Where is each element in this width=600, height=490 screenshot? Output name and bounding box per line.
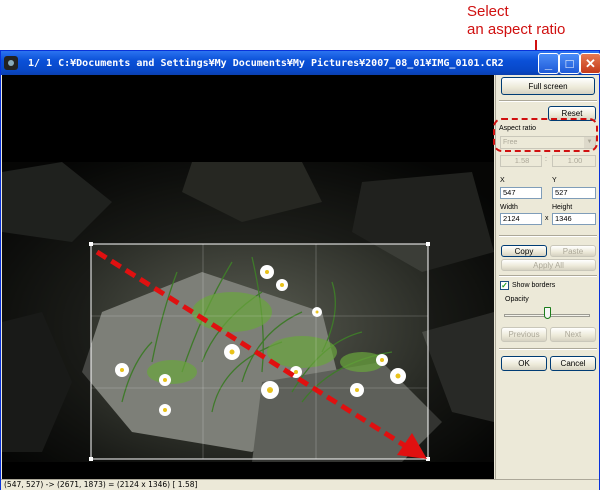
minimize-button[interactable]: _ [538, 53, 559, 74]
image-viewer[interactable] [2, 75, 494, 479]
trim-window: 1/ 1 C:¥Documents and Settings¥My Docume… [0, 50, 600, 490]
opacity-label: Opacity [505, 296, 529, 303]
apply-all-button[interactable]: Apply All [501, 259, 596, 271]
photo-canvas[interactable] [2, 162, 494, 462]
times-sign: x [545, 215, 549, 222]
show-borders-label: Show borders [512, 282, 556, 289]
height-field[interactable]: 1346 [552, 213, 596, 225]
copy-button[interactable]: Copy [501, 245, 547, 257]
ok-button[interactable]: OK [501, 356, 547, 371]
window-title: 1/ 1 C:¥Documents and Settings¥My Docume… [28, 57, 504, 69]
ratio-width-field[interactable]: 1.58 [500, 155, 542, 167]
width-label: Width [500, 204, 518, 211]
show-borders-checkbox[interactable]: ✓ [500, 281, 509, 290]
y-field[interactable]: 527 [552, 187, 596, 199]
opacity-slider-thumb[interactable] [543, 307, 551, 319]
photo-image [2, 162, 494, 462]
x-field[interactable]: 547 [500, 187, 542, 199]
annotation-highlight-ring [493, 118, 598, 152]
maximize-button[interactable]: □ [559, 53, 580, 74]
callout-line-2: an aspect ratio [467, 21, 566, 38]
paste-button[interactable]: Paste [550, 245, 596, 257]
divider [499, 348, 597, 350]
height-label: Height [552, 204, 573, 211]
camera-icon [4, 56, 18, 70]
annotation-callout: Select an aspect ratio [467, 3, 565, 39]
cancel-button[interactable]: Cancel [550, 356, 596, 371]
divider [499, 275, 597, 277]
callout-line-1: Select [467, 3, 509, 20]
ratio-separator: : [545, 156, 547, 163]
title-bar[interactable]: 1/ 1 C:¥Documents and Settings¥My Docume… [1, 51, 600, 75]
next-button[interactable]: Next [550, 327, 596, 342]
width-field[interactable]: 2124 [500, 213, 542, 225]
full-screen-button[interactable]: Full screen [501, 77, 595, 95]
x-label: X [500, 177, 505, 184]
divider [499, 100, 597, 102]
y-label: Y [552, 177, 557, 184]
ratio-height-field[interactable]: 1.00 [552, 155, 596, 167]
status-bar: (547, 527) -> (2671, 1873) = (2124 x 134… [1, 479, 599, 490]
close-button[interactable]: ✕ [580, 53, 600, 74]
divider [499, 235, 597, 237]
previous-button[interactable]: Previous [501, 327, 547, 342]
